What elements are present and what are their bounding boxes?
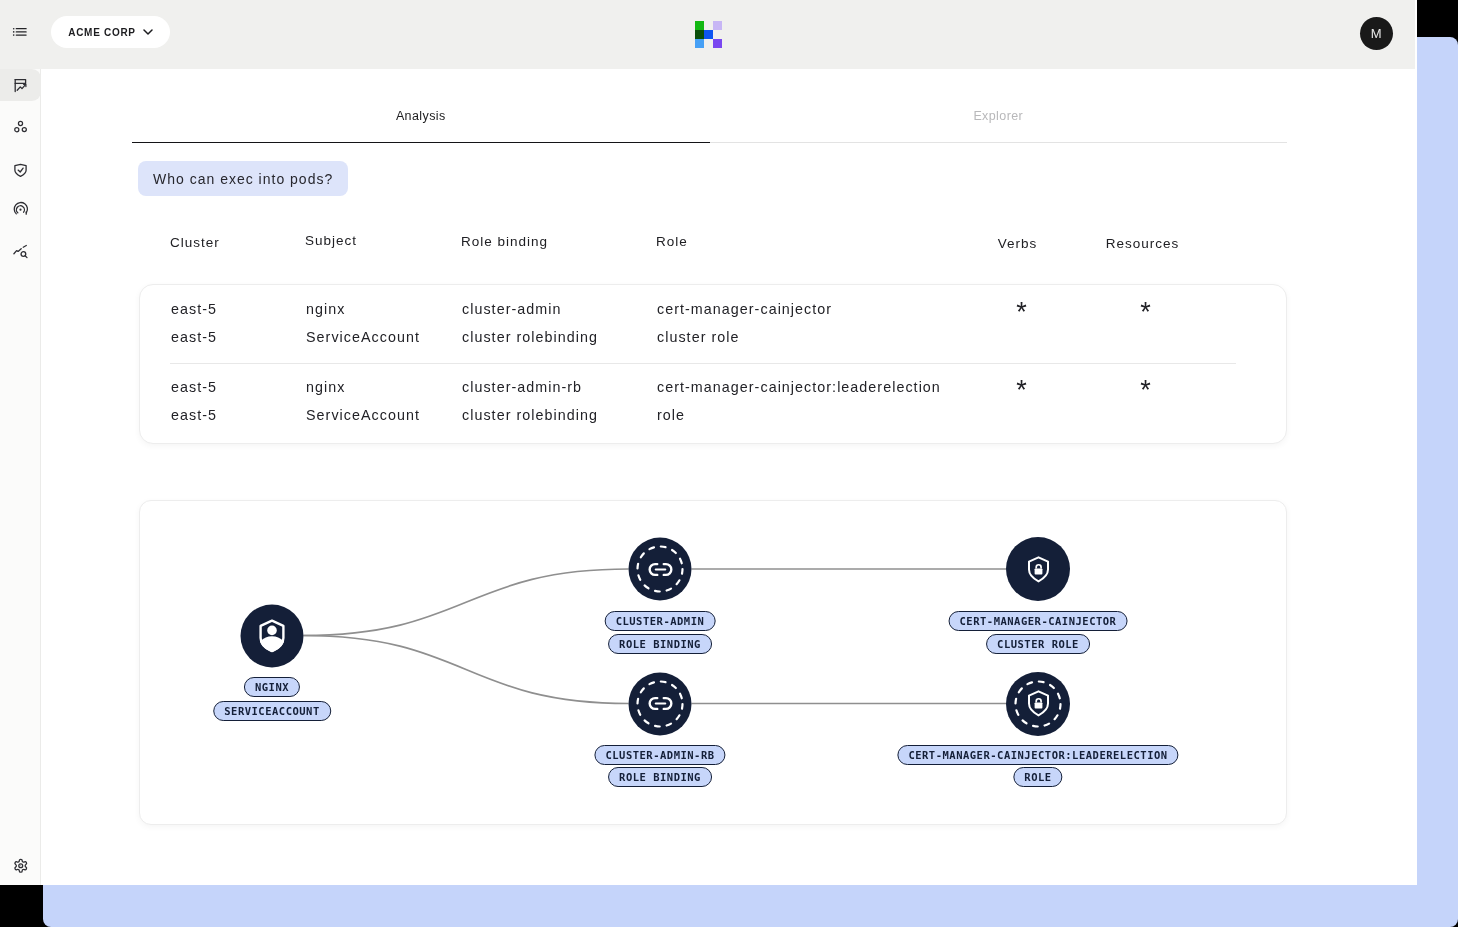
results-table: east-5 nginx cluster-admin cert-manager-cai…	[139, 284, 1287, 444]
trend-search-icon	[12, 243, 29, 260]
node-label-role2[interactable]: CERT-MANAGER-CAINJECTOR:LEADERELECTION	[897, 745, 1178, 765]
node-label-rb2[interactable]: CLUSTER-ADMIN-RB	[594, 745, 725, 765]
graph-node-rb1[interactable]	[629, 538, 692, 601]
node-type-rb1[interactable]: ROLE BINDING	[608, 634, 712, 654]
radar-icon	[12, 201, 29, 218]
cell-resources-r1: *	[1140, 375, 1152, 406]
graph-node-subject[interactable]	[241, 604, 304, 667]
row-divider	[170, 363, 1236, 364]
node-label-role1[interactable]: CERT-MANAGER-CAINJECTOR	[949, 611, 1128, 631]
sidebar-item-3[interactable]	[0, 194, 41, 226]
sidebar	[0, 69, 41, 885]
sidebar-item-1[interactable]	[0, 111, 41, 143]
column-header-role-binding: Role binding	[461, 233, 548, 248]
tab-analysis[interactable]: Analysis	[132, 94, 710, 143]
column-header-cluster: Cluster	[170, 235, 220, 250]
org-switcher-button[interactable]: ACME CORP	[51, 16, 170, 48]
shield-lock-icon	[1028, 556, 1049, 583]
sidebar-item-0[interactable]	[0, 69, 41, 101]
logo-square-lavender	[713, 21, 722, 30]
list-icon	[12, 24, 28, 40]
cell-verbs-r1: *	[1016, 375, 1028, 406]
graph-edges	[140, 501, 1286, 824]
node-type-text: CLUSTER ROLE	[997, 638, 1079, 650]
column-header-verbs: Verbs	[998, 235, 1038, 250]
logo-square-darkgreen	[695, 30, 704, 39]
app-window: ACME CORP M Analysis Explorer Who can ex…	[0, 0, 1417, 885]
menu-button[interactable]	[12, 24, 28, 40]
logo-square-lightblue	[695, 39, 704, 48]
node-label-text: CERT-MANAGER-CAINJECTOR:LEADERELECTION	[908, 749, 1167, 761]
chevron-down-icon	[143, 29, 153, 35]
graph-node-role1[interactable]	[1006, 537, 1070, 601]
cell-role_binding-r0l0: cluster-admin	[462, 301, 561, 317]
node-type-role2[interactable]: ROLE	[1013, 767, 1062, 787]
graph-node-rb2[interactable]	[629, 672, 692, 735]
dashed-ring	[1006, 672, 1070, 736]
node-label-text: CLUSTER-ADMIN-RB	[605, 749, 714, 761]
logo-square-blue	[704, 30, 713, 39]
node-type-subject[interactable]: SERVICEACCOUNT	[213, 701, 331, 721]
shield-check-icon	[12, 160, 29, 177]
cell-verbs-r0: *	[1016, 296, 1028, 327]
node-type-text: ROLE BINDING	[619, 638, 701, 650]
cell-role-r0l0: cert-manager-cainjector	[657, 301, 832, 317]
tab-explorer[interactable]: Explorer	[710, 94, 1288, 143]
tab-bar: Analysis Explorer	[132, 94, 1287, 143]
avatar-initial: M	[1371, 26, 1382, 41]
node-label-text: CERT-MANAGER-CAINJECTOR	[960, 615, 1117, 627]
logo-square-purple	[713, 39, 722, 48]
column-header-subject: Subject	[305, 232, 357, 247]
dashed-ring	[629, 538, 692, 601]
sidebar-item-settings[interactable]	[0, 850, 41, 882]
cell-cluster-r1l1: east-5	[171, 407, 217, 423]
flag-chart-icon	[12, 77, 29, 94]
dashed-ring	[629, 672, 692, 735]
graph-panel: NGINX SERVICEACCOUNT CLUSTER-ADMIN ROLE BIN…	[139, 500, 1287, 825]
sidebar-item-2[interactable]	[0, 152, 41, 184]
cluster-dots-icon	[12, 118, 29, 135]
cell-resources-r0: *	[1140, 296, 1152, 327]
node-label-text: CLUSTER-ADMIN	[616, 615, 705, 627]
node-type-role1[interactable]: CLUSTER ROLE	[986, 634, 1090, 654]
column-header-role: Role	[656, 233, 688, 248]
app-header: ACME CORP M	[0, 0, 1415, 69]
user-shield-icon	[259, 619, 286, 653]
node-label-rb1[interactable]: CLUSTER-ADMIN	[605, 611, 716, 631]
cell-role-r1l0: cert-manager-cainjector:leaderelection	[657, 379, 941, 395]
node-label-text: NGINX	[255, 681, 289, 693]
brand-logo	[695, 21, 722, 48]
cell-cluster-r0l1: east-5	[171, 329, 217, 345]
org-name: ACME CORP	[68, 27, 135, 38]
graph-node-role2[interactable]	[1006, 672, 1070, 736]
cell-subject-r0l1: ServiceAccount	[306, 329, 420, 345]
cell-subject-r1l1: ServiceAccount	[306, 407, 420, 423]
query-chip-label: Who can exec into pods?	[153, 171, 333, 187]
node-type-rb2[interactable]: ROLE BINDING	[608, 767, 712, 787]
sidebar-item-4[interactable]	[0, 235, 41, 267]
node-type-text: ROLE	[1024, 771, 1051, 783]
node-type-text: SERVICEACCOUNT	[224, 705, 320, 717]
cell-role-r1l1: role	[657, 407, 685, 423]
cell-role_binding-r1l1: cluster rolebinding	[462, 407, 598, 423]
cell-cluster-r1l0: east-5	[171, 379, 217, 395]
user-avatar[interactable]: M	[1360, 17, 1393, 50]
query-chip[interactable]: Who can exec into pods?	[138, 161, 348, 196]
cell-role_binding-r0l1: cluster rolebinding	[462, 329, 598, 345]
gear-icon	[13, 858, 29, 874]
node-type-text: ROLE BINDING	[619, 771, 701, 783]
cell-role-r0l1: cluster role	[657, 329, 740, 345]
cell-subject-r1l0: nginx	[306, 379, 345, 395]
node-label-subject[interactable]: NGINX	[244, 677, 300, 697]
cell-subject-r0l0: nginx	[306, 301, 345, 317]
logo-square-green	[695, 21, 704, 30]
cell-cluster-r0l0: east-5	[171, 301, 217, 317]
column-header-resources: Resources	[1106, 235, 1180, 250]
cell-role_binding-r1l0: cluster-admin-rb	[462, 379, 582, 395]
